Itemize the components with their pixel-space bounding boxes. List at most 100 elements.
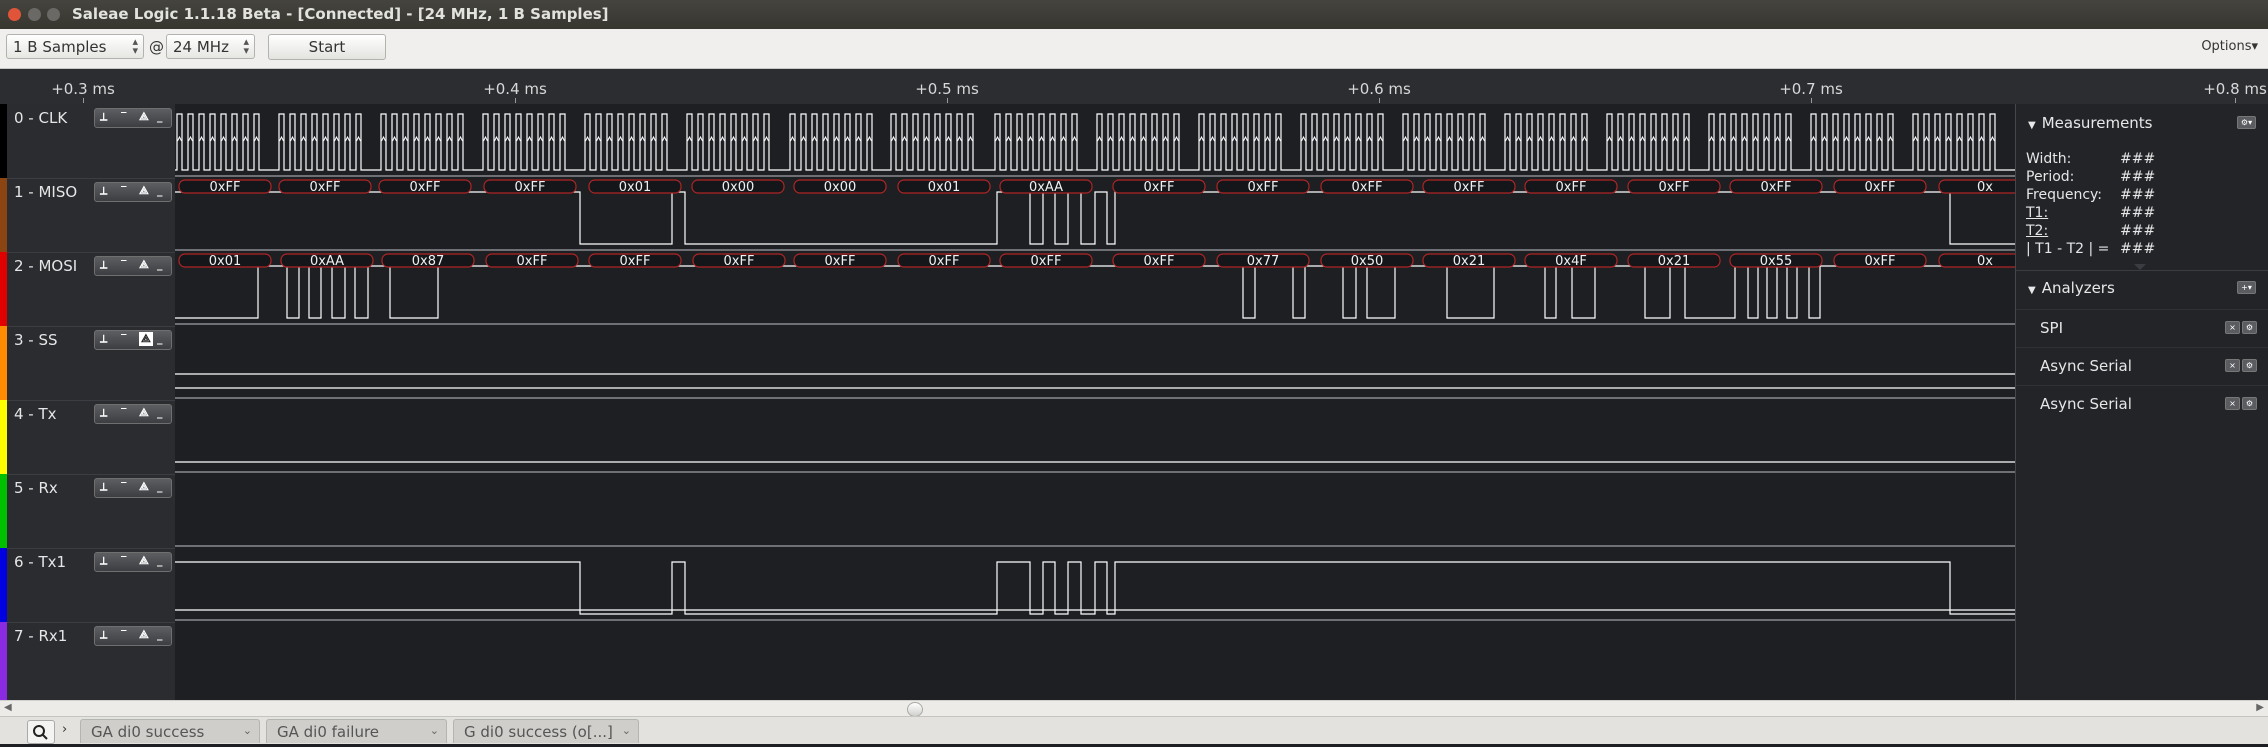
rising-edge-icon[interactable]: ⟂ [100,406,107,420]
ruler-tick-mark [947,98,948,103]
rising-edge-icon[interactable]: ⟂ [100,332,107,346]
level-icon[interactable]: ‾ [121,110,127,123]
analyzer-item-spi[interactable]: SPI × ⚙ [2016,309,2268,347]
gear-icon[interactable]: ⚙ [2242,359,2257,372]
search-button[interactable] [27,720,55,744]
channel-row-mosi[interactable]: 2 - MOSI ⟂ ‾ ⟁ _ [0,252,175,327]
mosi-value: 0x4F [1555,254,1587,269]
close-icon[interactable]: × [2225,321,2240,334]
low-icon[interactable]: _ [157,406,163,419]
ruler-tick-mark [1379,98,1380,103]
analyzer-item-async-serial[interactable]: Async Serial × ⚙ [2016,385,2268,423]
analyzers-header[interactable]: ▼ Analyzers [2028,279,2115,297]
title-bar: Saleae Logic 1.1.18 Beta - [Connected] -… [0,0,2268,29]
low-icon[interactable]: _ [157,184,163,197]
close-icon[interactable]: × [2225,397,2240,410]
low-icon[interactable]: _ [157,110,163,123]
time-ruler[interactable]: +0.3 ms +0.4 ms +0.5 ms +0.6 ms +0.7 ms … [0,69,2268,104]
falling-edge-icon[interactable]: ⟁ [139,406,149,420]
level-icon[interactable]: ‾ [121,406,127,419]
collapse-triangle-icon[interactable]: ▼ [2028,285,2036,296]
scroll-left-icon[interactable]: ◀ [4,702,12,713]
channel-color-bar [0,548,7,622]
falling-edge-icon[interactable]: ⟁ [139,110,149,124]
waveform-area[interactable]: 0xFF 0xFF 0xFF 0xFF 0x01 0x00 0x00 0x01 0xAA 0xFF… [175,104,2015,700]
gear-icon[interactable]: ⚙ [2242,321,2257,334]
level-icon[interactable]: ‾ [121,480,127,493]
low-icon[interactable]: _ [157,332,163,345]
trigger-buttons[interactable]: ⟂ ‾ ⟁ _ [94,626,172,646]
close-icon[interactable]: × [2225,359,2240,372]
level-icon[interactable]: ‾ [121,258,127,271]
channel-row-rx1[interactable]: 7 - Rx1 ⟂ ‾ ⟁ _ [0,622,175,701]
t1-link[interactable]: T1: [2026,205,2048,221]
rising-edge-icon[interactable]: ⟂ [100,184,107,198]
tab-label: GA di0 failure [277,723,380,741]
tab-g-di0-success[interactable]: G di0 success (o[...] ⌄ [453,719,639,743]
low-icon[interactable]: _ [157,258,163,271]
tab-ga-di0-success[interactable]: GA di0 success ⌄ [80,719,260,743]
channel-color-bar [0,622,7,700]
minimize-window-button[interactable] [28,8,41,21]
rising-edge-icon[interactable]: ⟂ [100,258,107,272]
mosi-value: 0xFF [517,254,548,269]
collapse-triangle-icon[interactable]: ▼ [2028,120,2036,131]
ruler-tick-mark [515,98,516,103]
low-icon[interactable]: _ [157,628,163,641]
measurements-header[interactable]: ▼ Measurements [2028,114,2153,132]
ruler-tick-label: +0.7 ms [1779,80,1843,98]
rising-edge-icon[interactable]: ⟂ [100,480,107,494]
sample-rate-select[interactable]: 24 MHz ▴ ▾ [166,34,255,59]
chevron-down-icon[interactable]: ⌄ [243,724,252,737]
close-window-button[interactable] [8,8,21,21]
trigger-buttons[interactable]: ⟂ ‾ ⟁ _ [94,404,172,424]
level-icon[interactable]: ‾ [121,184,127,197]
trigger-buttons[interactable]: ⟂ ‾ ⟁ _ [94,330,172,350]
level-icon[interactable]: ‾ [121,332,127,345]
t2-link[interactable]: T2: [2026,223,2048,239]
scroll-right-icon[interactable]: ▶ [2256,702,2264,713]
analyzer-item-async-serial[interactable]: Async Serial × ⚙ [2016,347,2268,385]
channel-row-ss[interactable]: 3 - SS ⟂ ‾ ⟁ _ [0,326,175,401]
rising-edge-icon[interactable]: ⟂ [100,628,107,642]
options-menu[interactable]: Options▾ [2201,39,2258,54]
trigger-buttons[interactable]: ⟂ ‾ ⟁ _ [94,108,172,128]
low-icon[interactable]: _ [157,554,163,567]
falling-edge-icon[interactable]: ⟁ [139,480,149,494]
level-icon[interactable]: ‾ [121,628,127,641]
channel-row-clk[interactable]: 0 - CLK ⟂ ‾ ⟁ _ [0,104,175,179]
falling-edge-icon-active[interactable]: ⟁ [139,332,153,346]
horizontal-scrollbar[interactable]: ◀ ▶ [0,700,2268,717]
tab-ga-di0-failure[interactable]: GA di0 failure ⌄ [266,719,447,743]
level-icon[interactable]: ‾ [121,554,127,567]
falling-edge-icon[interactable]: ⟁ [139,184,149,198]
maximize-window-button[interactable] [47,8,60,21]
analyzers-title: Analyzers [2041,279,2115,297]
sample-count-select[interactable]: 1 B Samples ▴ ▾ [6,34,144,59]
chevron-down-icon[interactable]: ⌄ [622,724,631,737]
rising-edge-icon[interactable]: ⟂ [100,110,107,124]
measurements-settings-icon[interactable]: ⚙▾ [2237,116,2256,129]
tab-scroll-right-icon[interactable]: › [62,722,67,737]
low-icon[interactable]: _ [157,480,163,493]
add-analyzer-icon[interactable]: +▾ [2237,281,2256,294]
channel-row-tx[interactable]: 4 - Tx ⟂ ‾ ⟁ _ [0,400,175,475]
rising-edge-icon[interactable]: ⟂ [100,554,107,568]
start-button[interactable]: Start [268,34,386,60]
gear-icon[interactable]: ⚙ [2242,397,2257,410]
falling-edge-icon[interactable]: ⟁ [139,258,149,272]
trigger-buttons[interactable]: ⟂ ‾ ⟁ _ [94,478,172,498]
chevron-down-icon[interactable]: ⌄ [430,724,439,737]
scrollbar-thumb[interactable] [907,702,923,717]
trigger-buttons[interactable]: ⟂ ‾ ⟁ _ [94,182,172,202]
channel-row-tx1[interactable]: 6 - Tx1 ⟂ ‾ ⟁ _ [0,548,175,623]
trigger-buttons[interactable]: ⟂ ‾ ⟁ _ [94,256,172,276]
channel-row-rx[interactable]: 5 - Rx ⟂ ‾ ⟁ _ [0,474,175,549]
miso-value: 0x01 [928,180,961,195]
trigger-buttons[interactable]: ⟂ ‾ ⟁ _ [94,552,172,572]
miso-value: 0xFF [515,180,546,195]
falling-edge-icon[interactable]: ⟁ [139,628,149,642]
channel-row-miso[interactable]: 1 - MISO ⟂ ‾ ⟁ _ [0,178,175,253]
mosi-value: 0xFF [825,254,856,269]
falling-edge-icon[interactable]: ⟁ [139,554,149,568]
